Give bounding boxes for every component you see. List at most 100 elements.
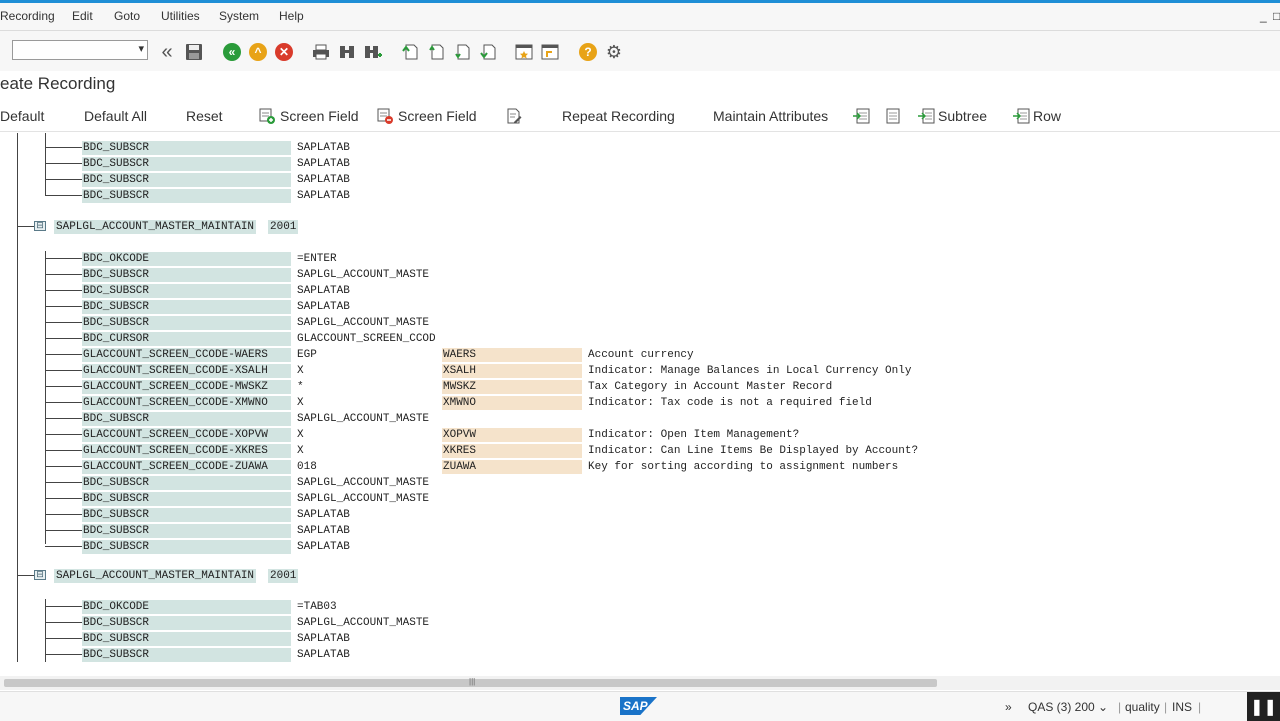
screen-field-name-cell[interactable]: MWSKZ: [442, 380, 582, 394]
insert-mode[interactable]: INS: [1172, 700, 1192, 714]
field-name-cell[interactable]: BDC_SUBSCR: [82, 632, 291, 646]
field-name-cell[interactable]: BDC_SUBSCR: [82, 492, 291, 506]
field-value-cell[interactable]: SAPLATAB: [297, 648, 350, 662]
menu-goto[interactable]: Goto: [114, 9, 140, 23]
create-session-icon[interactable]: [514, 42, 534, 62]
last-page-icon[interactable]: [478, 42, 498, 62]
screen-field-name-cell[interactable]: XMWNO: [442, 396, 582, 410]
exit-icon[interactable]: ^: [248, 42, 268, 62]
pause-icon[interactable]: ❚❚: [1247, 692, 1280, 721]
field-value-cell[interactable]: SAPLATAB: [297, 157, 350, 171]
command-field[interactable]: ▾: [12, 40, 148, 60]
field-name-cell[interactable]: BDC_SUBSCR: [82, 141, 291, 155]
screen-field-name-cell[interactable]: WAERS: [442, 348, 582, 362]
expand-node-button[interactable]: [852, 108, 870, 124]
menu-help[interactable]: Help: [279, 9, 304, 23]
settings-icon[interactable]: ⚙: [604, 42, 624, 62]
help-icon[interactable]: ?: [578, 42, 598, 62]
previous-page-icon[interactable]: [426, 42, 446, 62]
field-value-cell[interactable]: SAPLATAB: [297, 300, 350, 314]
field-value-cell[interactable]: SAPLATAB: [297, 632, 350, 646]
field-value-cell[interactable]: SAPLGL_ACCOUNT_MASTE: [297, 316, 429, 330]
field-value-cell[interactable]: SAPLATAB: [297, 173, 350, 187]
field-value-cell[interactable]: SAPLGL_ACCOUNT_MASTE: [297, 476, 429, 490]
repeat-recording-button[interactable]: Repeat Recording: [562, 108, 675, 124]
field-name-cell[interactable]: BDC_OKCODE: [82, 600, 291, 614]
field-value-cell[interactable]: X: [297, 364, 304, 378]
cancel-icon[interactable]: ✕: [274, 42, 294, 62]
field-name-cell[interactable]: BDC_SUBSCR: [82, 284, 291, 298]
field-value-cell[interactable]: SAPLATAB: [297, 189, 350, 203]
field-value-cell[interactable]: SAPLGL_ACCOUNT_MASTE: [297, 492, 429, 506]
field-name-cell[interactable]: GLACCOUNT_SCREEN_CCODE-XKRES: [82, 444, 291, 458]
print-icon[interactable]: [311, 42, 331, 62]
save-icon[interactable]: [184, 42, 204, 62]
field-name-cell[interactable]: BDC_SUBSCR: [82, 540, 291, 554]
field-value-cell[interactable]: SAPLGL_ACCOUNT_MASTE: [297, 616, 429, 630]
field-value-cell[interactable]: SAPLATAB: [297, 524, 350, 538]
field-name-cell[interactable]: BDC_OKCODE: [82, 252, 291, 266]
default-button[interactable]: Default: [0, 108, 44, 124]
menu-system[interactable]: System: [219, 9, 259, 23]
insert-screen-field-button[interactable]: Screen Field: [259, 108, 359, 124]
field-name-cell[interactable]: BDC_SUBSCR: [82, 189, 291, 203]
field-name-cell[interactable]: BDC_SUBSCR: [82, 316, 291, 330]
field-value-cell[interactable]: X: [297, 396, 304, 410]
screen-field-name-cell[interactable]: XKRES: [442, 444, 582, 458]
field-name-cell[interactable]: BDC_SUBSCR: [82, 268, 291, 282]
field-name-cell[interactable]: GLACCOUNT_SCREEN_CCODE-WAERS: [82, 348, 291, 362]
field-value-cell[interactable]: =TAB03: [297, 600, 337, 614]
field-value-cell[interactable]: SAPLGL_ACCOUNT_MASTE: [297, 268, 429, 282]
field-name-cell[interactable]: GLACCOUNT_SCREEN_CCODE-XMWNO: [82, 396, 291, 410]
field-value-cell[interactable]: 018: [297, 460, 317, 474]
field-name-cell[interactable]: BDC_SUBSCR: [82, 157, 291, 171]
field-name-cell[interactable]: BDC_SUBSCR: [82, 412, 291, 426]
first-page-icon[interactable]: [400, 42, 420, 62]
menu-edit[interactable]: Edit: [72, 9, 93, 23]
menu-recording[interactable]: Recording: [0, 9, 55, 23]
field-value-cell[interactable]: *: [297, 380, 304, 394]
screen-field-name-cell[interactable]: ZUAWA: [442, 460, 582, 474]
find-next-icon[interactable]: [363, 42, 383, 62]
shortcut-icon[interactable]: [540, 42, 560, 62]
field-name-cell[interactable]: GLACCOUNT_SCREEN_CCODE-XSALH: [82, 364, 291, 378]
field-name-cell[interactable]: BDC_SUBSCR: [82, 616, 291, 630]
menu-utilities[interactable]: Utilities: [161, 9, 200, 23]
field-name-cell[interactable]: BDC_CURSOR: [82, 332, 291, 346]
edit-document-button[interactable]: [506, 108, 522, 124]
screen-node-icon[interactable]: ⊟: [34, 221, 46, 231]
restore-button[interactable]: □: [1273, 9, 1280, 23]
field-name-cell[interactable]: GLACCOUNT_SCREEN_CCODE-XOPVW: [82, 428, 291, 442]
find-icon[interactable]: [337, 42, 357, 62]
maintain-attributes-button[interactable]: Maintain Attributes: [713, 108, 828, 124]
system-info[interactable]: QAS (3) 200 ⌄: [1028, 700, 1108, 714]
back-nav-icon[interactable]: «: [157, 42, 177, 62]
next-page-icon[interactable]: [452, 42, 472, 62]
screen-number[interactable]: 2001: [268, 220, 299, 234]
field-value-cell[interactable]: SAPLATAB: [297, 508, 350, 522]
back-icon[interactable]: «: [222, 42, 242, 62]
minimize-button[interactable]: _: [1260, 9, 1267, 23]
field-name-cell[interactable]: BDC_SUBSCR: [82, 508, 291, 522]
screen-number[interactable]: 2001: [268, 569, 299, 583]
delete-screen-field-button[interactable]: Screen Field: [377, 108, 477, 124]
field-value-cell[interactable]: SAPLATAB: [297, 540, 350, 554]
field-value-cell[interactable]: EGP: [297, 348, 317, 362]
field-name-cell[interactable]: BDC_SUBSCR: [82, 173, 291, 187]
screen-program[interactable]: SAPLGL_ACCOUNT_MASTER_MAINTAIN: [54, 220, 257, 234]
field-name-cell[interactable]: BDC_SUBSCR: [82, 300, 291, 314]
scrollbar-thumb[interactable]: |||: [4, 677, 937, 687]
row-button[interactable]: Row: [1012, 108, 1061, 124]
field-value-cell[interactable]: SAPLATAB: [297, 141, 350, 155]
field-value-cell[interactable]: X: [297, 444, 304, 458]
field-value-cell[interactable]: SAPLATAB: [297, 284, 350, 298]
field-value-cell[interactable]: GLACCOUNT_SCREEN_CCOD: [297, 332, 436, 346]
field-value-cell[interactable]: SAPLGL_ACCOUNT_MASTE: [297, 412, 429, 426]
horizontal-scrollbar[interactable]: |||: [0, 676, 1280, 690]
status-chevron[interactable]: »: [1005, 700, 1012, 714]
screen-node-icon[interactable]: ⊟: [34, 570, 46, 580]
default-all-button[interactable]: Default All: [84, 108, 147, 124]
subtree-button[interactable]: Subtree: [917, 108, 987, 124]
chevron-down-icon[interactable]: ▾: [138, 42, 144, 55]
screen-field-name-cell[interactable]: XSALH: [442, 364, 582, 378]
